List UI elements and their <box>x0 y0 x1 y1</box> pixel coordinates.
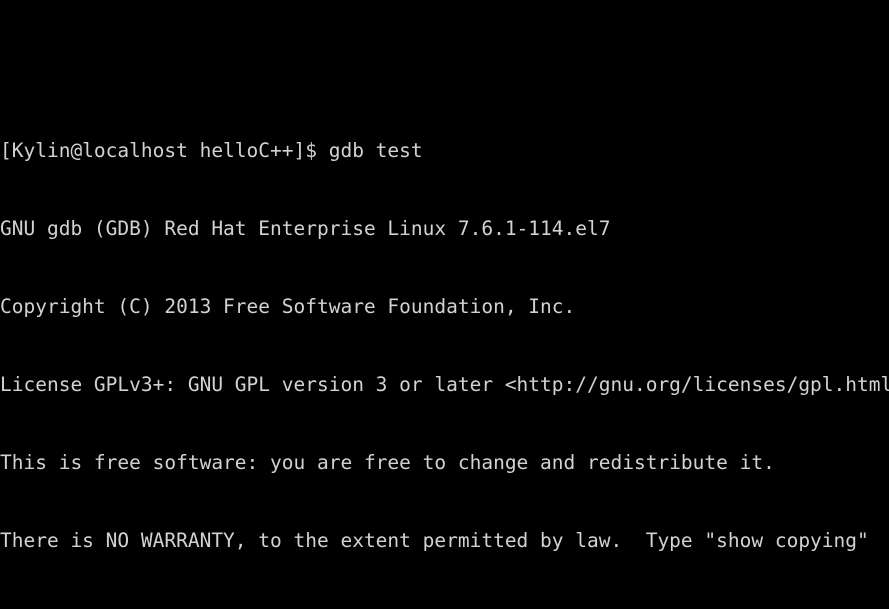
terminal-line-shell-prompt: [Kylin@localhost helloC++]$ gdb test <box>0 139 423 162</box>
terminal-line: GNU gdb (GDB) Red Hat Enterprise Linux 7… <box>0 217 611 240</box>
terminal-line: There is NO WARRANTY, to the extent perm… <box>0 529 869 552</box>
terminal-line: Copyright (C) 2013 Free Software Foundat… <box>0 295 576 318</box>
terminal-line: License GPLv3+: GNU GPL version 3 or lat… <box>0 373 889 396</box>
terminal-screen[interactable]: [Kylin@localhost helloC++]$ gdb test GNU… <box>0 0 889 609</box>
terminal-line: This is free software: you are free to c… <box>0 451 775 474</box>
terminal-window[interactable]: [Kylin@localhost helloC++]$ gdb test GNU… <box>0 0 889 609</box>
